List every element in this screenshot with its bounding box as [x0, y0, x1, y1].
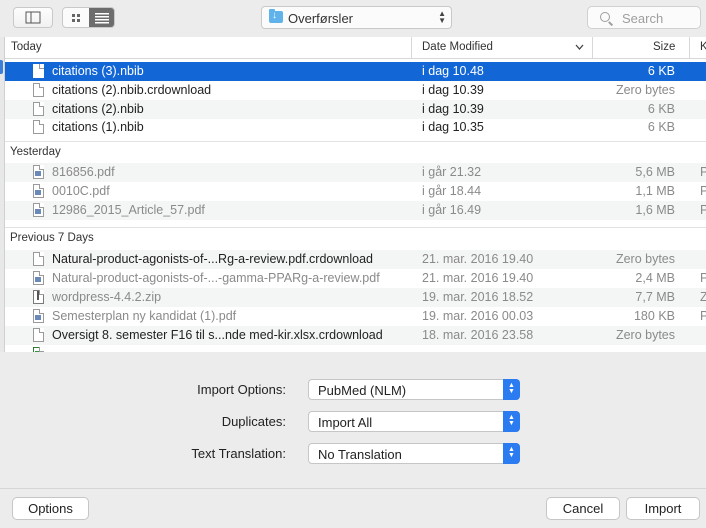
group-header: Previous 7 Days	[5, 227, 706, 248]
column-size-header[interactable]: Size	[653, 41, 675, 53]
view-mode-segmented-control	[62, 7, 115, 28]
import-options-popup[interactable]: PubMed (NLM) ▲ ▼	[308, 379, 520, 400]
cancel-button[interactable]: Cancel	[546, 497, 620, 520]
downloads-folder-icon	[269, 9, 283, 23]
file-row: Semesterplan ny kandidat (1).pdf 19. mar…	[5, 307, 706, 326]
list-icon	[95, 13, 109, 24]
group-header: Yesterday	[5, 141, 706, 162]
search-field[interactable]: Search	[587, 6, 701, 29]
popup-arrows-icon: ▲ ▼	[503, 379, 520, 400]
document-icon	[33, 328, 44, 342]
sort-descending-icon	[575, 44, 584, 50]
file-row: wordpress-4.4.2.zip 19. mar. 2016 18.52 …	[5, 288, 706, 307]
zip-file-icon	[33, 290, 44, 304]
search-placeholder: Search	[622, 11, 664, 26]
list-view-button[interactable]	[89, 8, 114, 27]
location-label: Overførsler	[288, 11, 353, 26]
file-row[interactable]: Oversigt 8. semester F16 til s...nde med…	[5, 326, 706, 345]
document-icon	[33, 252, 44, 266]
toolbar: Overførsler ▲▼ Search	[0, 0, 706, 38]
location-popup[interactable]: Overførsler ▲▼	[261, 6, 452, 29]
file-list[interactable]: Today Date Modified Size K citations (3)…	[4, 37, 706, 352]
up-down-arrows-icon: ▲ ▼	[438, 9, 446, 25]
column-name-header[interactable]: Today	[11, 41, 42, 53]
pdf-file-icon	[33, 271, 44, 285]
sidebar-icon	[25, 11, 41, 24]
document-icon	[33, 64, 44, 78]
popup-arrows-icon: ▲ ▼	[503, 443, 520, 464]
file-row: 816856.pdf i går 21.32 5,6 MB P	[5, 163, 706, 182]
import-options-label: Import Options:	[197, 382, 286, 397]
duplicates-label: Duplicates:	[221, 414, 286, 429]
duplicates-popup[interactable]: Import All ▲ ▼	[308, 411, 520, 432]
text-translation-label: Text Translation:	[191, 446, 286, 461]
sidebar-indicator	[0, 60, 3, 74]
search-icon	[600, 12, 610, 22]
file-row[interactable]: citations (1).nbib i dag 10.35 6 KB	[5, 118, 706, 137]
pdf-file-icon	[33, 309, 44, 323]
file-row[interactable]: citations (3).nbib i dag 10.48 6 KB	[5, 62, 706, 81]
document-icon	[33, 102, 44, 116]
file-row: Natural-product-agonists-of-...-gamma-PP…	[5, 269, 706, 288]
icon-view-button[interactable]	[63, 8, 90, 27]
sidebar-toggle-button[interactable]	[13, 7, 53, 28]
file-row-partial	[5, 345, 706, 352]
file-row[interactable]: Natural-product-agonists-of-...Rg-a-revi…	[5, 250, 706, 269]
column-divider	[411, 37, 412, 58]
column-divider	[689, 37, 690, 58]
column-date-header[interactable]: Date Modified	[422, 41, 493, 53]
popup-arrows-icon: ▲ ▼	[503, 411, 520, 432]
options-button[interactable]: Options	[12, 497, 89, 520]
file-row: 12986_2015_Article_57.pdf i går 16.49 1,…	[5, 201, 706, 220]
column-divider	[592, 37, 593, 58]
column-kind-header[interactable]: K	[700, 41, 706, 53]
document-icon	[33, 120, 44, 134]
import-button[interactable]: Import	[626, 497, 700, 520]
column-header: Today Date Modified Size K	[5, 37, 706, 59]
file-row[interactable]: citations (2).nbib i dag 10.39 6 KB	[5, 100, 706, 119]
pdf-file-icon	[33, 203, 44, 217]
text-translation-popup[interactable]: No Translation ▲ ▼	[308, 443, 520, 464]
file-row[interactable]: citations (2).nbib.crdownload i dag 10.3…	[5, 81, 706, 100]
spreadsheet-file-icon	[33, 347, 44, 352]
divider	[0, 488, 706, 489]
pdf-file-icon	[33, 165, 44, 179]
grid-icon	[72, 14, 80, 22]
pdf-file-icon	[33, 184, 44, 198]
document-icon	[33, 83, 44, 97]
file-row: 0010C.pdf i går 18.44 1,1 MB P	[5, 182, 706, 201]
